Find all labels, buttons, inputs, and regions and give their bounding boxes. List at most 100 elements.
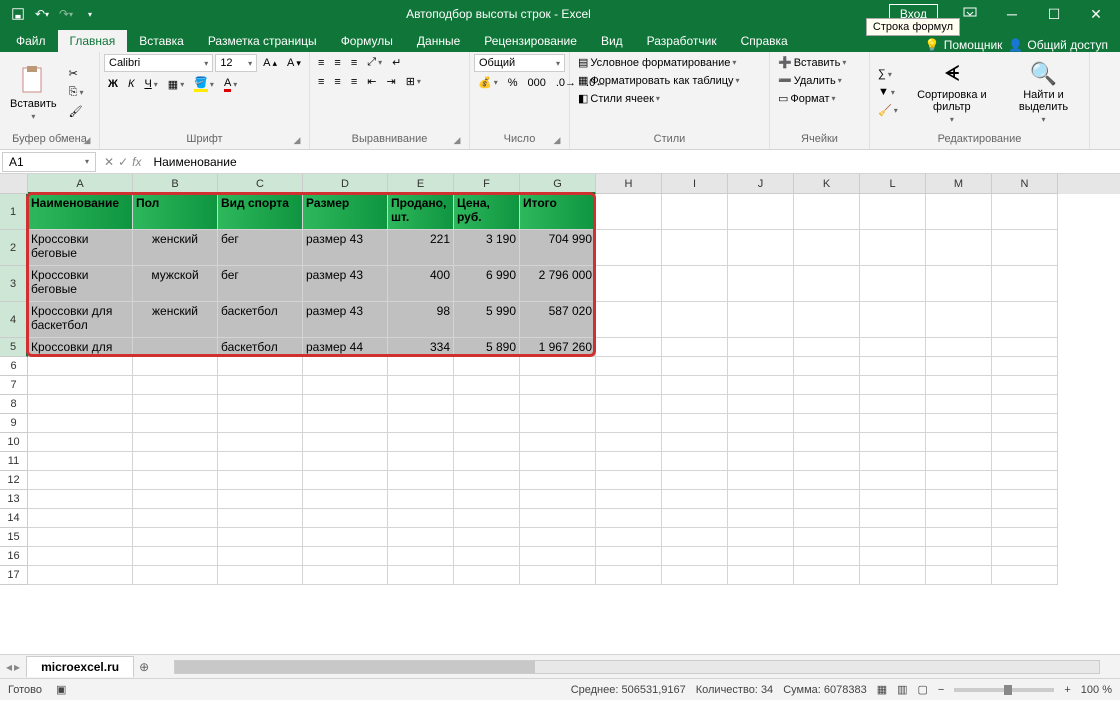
cell-A1[interactable]: Наименование [28, 194, 133, 230]
cell-H3[interactable] [596, 266, 662, 302]
cell-M4[interactable] [926, 302, 992, 338]
cell-L2[interactable] [860, 230, 926, 266]
cell-N10[interactable] [992, 433, 1058, 452]
cell-N15[interactable] [992, 528, 1058, 547]
grow-font-button[interactable]: A▴ [259, 55, 281, 71]
col-header-J[interactable]: J [728, 174, 794, 194]
cell-M13[interactable] [926, 490, 992, 509]
merge-button[interactable]: ⊞▾ [402, 73, 425, 90]
col-header-N[interactable]: N [992, 174, 1058, 194]
zoom-out-button[interactable]: − [938, 684, 944, 696]
cell-B11[interactable] [133, 452, 218, 471]
accept-formula-icon[interactable]: ✓ [118, 155, 128, 169]
fill-color-button[interactable]: 🪣▾ [190, 74, 218, 94]
cell-H2[interactable] [596, 230, 662, 266]
cell-I4[interactable] [662, 302, 728, 338]
cell-G6[interactable] [520, 357, 596, 376]
row-header-5[interactable]: 5 [0, 338, 28, 357]
cell-I3[interactable] [662, 266, 728, 302]
cell-C17[interactable] [218, 566, 303, 585]
cell-B1[interactable]: Пол [133, 194, 218, 230]
row-header-7[interactable]: 7 [0, 376, 28, 395]
cell-B17[interactable] [133, 566, 218, 585]
view-page-break-icon[interactable]: ▢ [918, 683, 928, 696]
cell-G2[interactable]: 704 990 [520, 230, 596, 266]
cell-C12[interactable] [218, 471, 303, 490]
cell-E13[interactable] [388, 490, 454, 509]
cell-I17[interactable] [662, 566, 728, 585]
cell-I2[interactable] [662, 230, 728, 266]
align-bottom-button[interactable]: ≡ [347, 55, 361, 71]
cell-G5[interactable]: 1 967 260 [520, 338, 596, 357]
cell-M11[interactable] [926, 452, 992, 471]
cell-A9[interactable] [28, 414, 133, 433]
cell-A6[interactable] [28, 357, 133, 376]
format-table-button[interactable]: ▦Форматировать как таблицу▾ [574, 72, 765, 89]
sheet-tab[interactable]: microexcel.ru [26, 656, 134, 677]
align-left-button[interactable]: ≡ [314, 74, 328, 90]
cell-I5[interactable] [662, 338, 728, 357]
cell-G1[interactable]: Итого [520, 194, 596, 230]
cell-L4[interactable] [860, 302, 926, 338]
cell-G13[interactable] [520, 490, 596, 509]
cell-J12[interactable] [728, 471, 794, 490]
cell-E8[interactable] [388, 395, 454, 414]
sheet-prev-icon[interactable]: ◂ [6, 660, 12, 674]
cell-D16[interactable] [303, 547, 388, 566]
cell-H4[interactable] [596, 302, 662, 338]
cell-B4[interactable]: женский [133, 302, 218, 338]
cell-D4[interactable]: размер 43 [303, 302, 388, 338]
cell-I15[interactable] [662, 528, 728, 547]
cell-F6[interactable] [454, 357, 520, 376]
cell-M3[interactable] [926, 266, 992, 302]
cell-K12[interactable] [794, 471, 860, 490]
underline-button[interactable]: Ч▾ [140, 76, 161, 92]
cell-E17[interactable] [388, 566, 454, 585]
cell-B12[interactable] [133, 471, 218, 490]
cell-D6[interactable] [303, 357, 388, 376]
currency-button[interactable]: 💰▾ [474, 74, 502, 91]
cell-H5[interactable] [596, 338, 662, 357]
zoom-slider[interactable] [954, 688, 1054, 692]
cell-L9[interactable] [860, 414, 926, 433]
clipboard-launcher[interactable]: ◢ [81, 135, 93, 147]
cell-D5[interactable]: размер 44 [303, 338, 388, 357]
cell-M9[interactable] [926, 414, 992, 433]
cell-M8[interactable] [926, 395, 992, 414]
cell-A7[interactable] [28, 376, 133, 395]
tab-view[interactable]: Вид [589, 30, 635, 52]
col-header-I[interactable]: I [662, 174, 728, 194]
cell-F14[interactable] [454, 509, 520, 528]
cell-N12[interactable] [992, 471, 1058, 490]
cell-H9[interactable] [596, 414, 662, 433]
cell-J4[interactable] [728, 302, 794, 338]
cell-F12[interactable] [454, 471, 520, 490]
font-name-combo[interactable]: Calibri▾ [104, 54, 213, 72]
cell-N6[interactable] [992, 357, 1058, 376]
cell-F4[interactable]: 5 990 [454, 302, 520, 338]
cell-C16[interactable] [218, 547, 303, 566]
add-sheet-button[interactable]: ⊕ [134, 660, 154, 674]
number-format-combo[interactable]: Общий▾ [474, 54, 565, 72]
cell-C4[interactable]: баскетбол [218, 302, 303, 338]
cell-N2[interactable] [992, 230, 1058, 266]
cell-F9[interactable] [454, 414, 520, 433]
cell-K17[interactable] [794, 566, 860, 585]
align-top-button[interactable]: ≡ [314, 55, 328, 71]
cell-E5[interactable]: 334 [388, 338, 454, 357]
col-header-D[interactable]: D [303, 174, 388, 194]
cell-H1[interactable] [596, 194, 662, 230]
cell-M16[interactable] [926, 547, 992, 566]
undo-icon[interactable]: ↶▾ [32, 4, 52, 24]
cell-K1[interactable] [794, 194, 860, 230]
cell-H6[interactable] [596, 357, 662, 376]
percent-button[interactable]: % [504, 75, 522, 91]
cell-A4[interactable]: Кроссовки для баскетбол [28, 302, 133, 338]
cell-E14[interactable] [388, 509, 454, 528]
cell-H8[interactable] [596, 395, 662, 414]
cell-N8[interactable] [992, 395, 1058, 414]
cell-M2[interactable] [926, 230, 992, 266]
cell-A3[interactable]: Кроссовки беговые [28, 266, 133, 302]
save-icon[interactable] [8, 4, 28, 24]
cell-I14[interactable] [662, 509, 728, 528]
